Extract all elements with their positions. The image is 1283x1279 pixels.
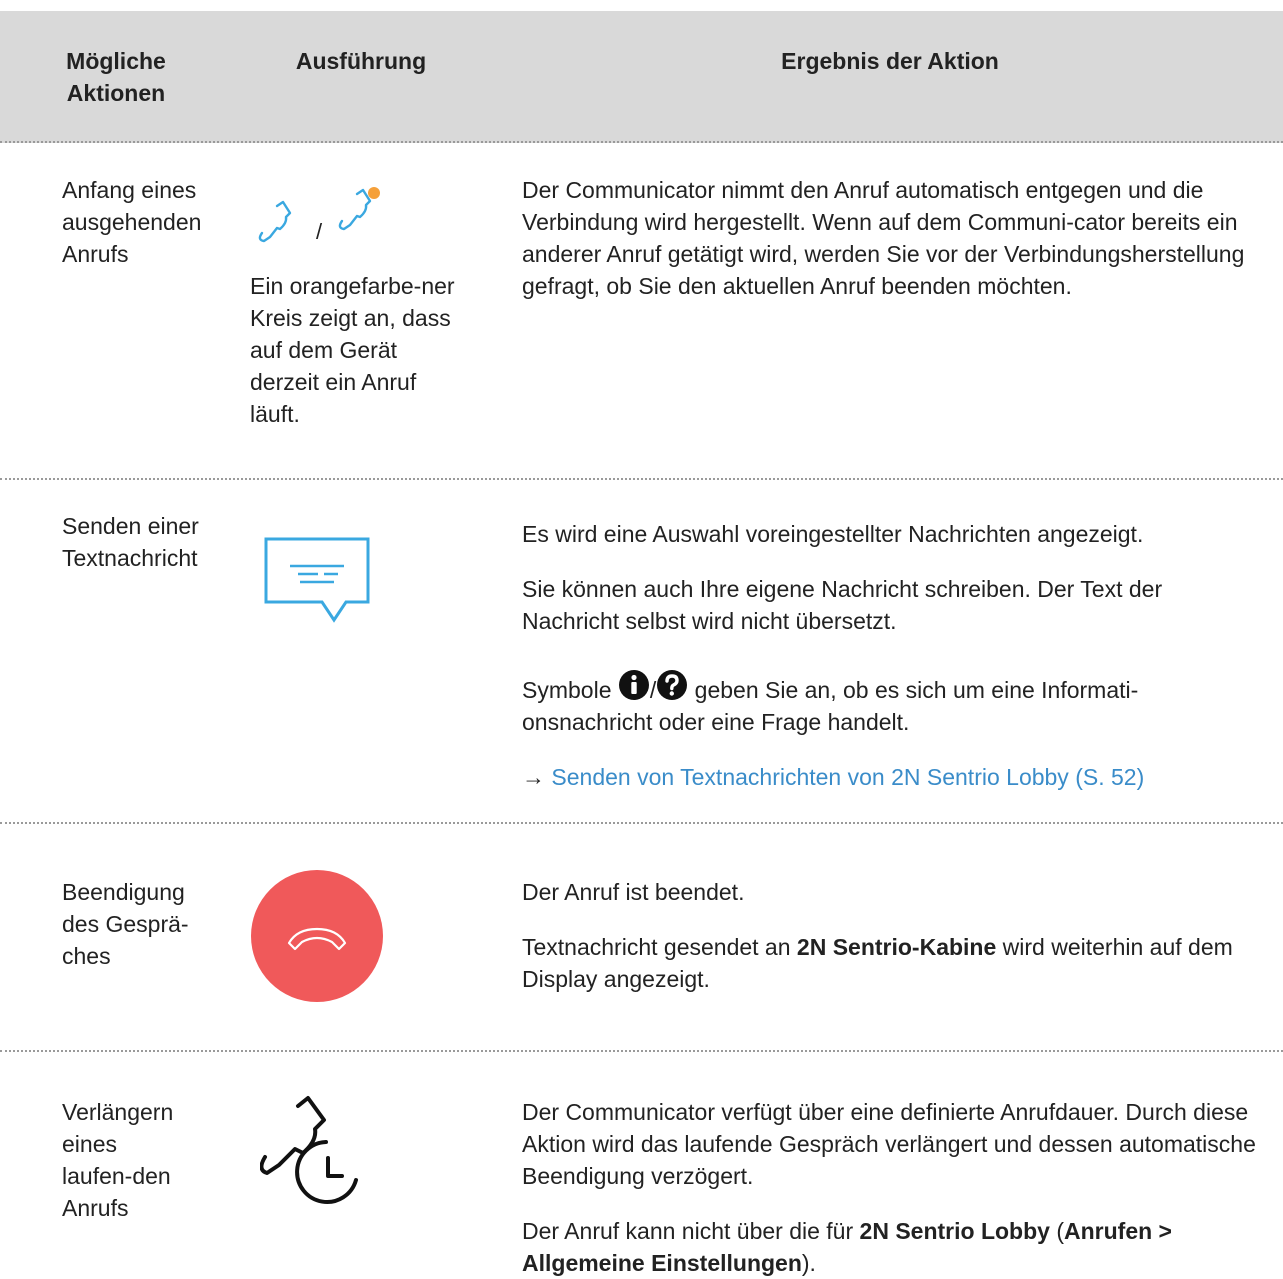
info-icon	[618, 670, 649, 700]
hang-up-icon	[251, 870, 383, 1002]
row-divider	[0, 478, 1283, 480]
row-divider	[0, 1050, 1283, 1052]
extend-call-icon	[260, 1096, 358, 1204]
icon-separator: /	[316, 219, 323, 244]
row4-result-p2: Der Anruf kann nicht über die für 2N Sen…	[522, 1215, 1262, 1279]
text-message-icon	[264, 537, 370, 623]
row2-result-p2: Sie können auch Ihre eigene Nachricht sc…	[522, 576, 1163, 634]
row2-action: Senden einer Textnachricht	[62, 513, 199, 571]
row3-result: Der Anruf ist beendet. Textnachricht ges…	[522, 876, 1262, 995]
row3-text-bold: 2N Sentrio-Kabine	[796, 934, 997, 960]
link-text-messages[interactable]: Senden von Textnachrichten von 2N Sentri…	[551, 764, 1144, 790]
row4-text-prefix: Der Anruf kann nicht über die für	[522, 1218, 860, 1244]
document-page: Mögliche Aktionen Ausführung Ergebnis de…	[0, 0, 1283, 1276]
active-call-dot	[368, 187, 380, 199]
row4-result: Der Communicator verfügt über eine defin…	[522, 1096, 1262, 1279]
header-result: Ergebnis der Aktion	[781, 48, 999, 74]
row1-execution-note: Ein orangefarbe-ner Kreis zeigt an, dass…	[250, 273, 455, 427]
row1-action: Anfang eines ausgehenden Anrufs	[62, 177, 202, 267]
row3-action: Beendigung des Gesprä-ches	[62, 879, 189, 969]
phone-handset-active-icon	[338, 188, 372, 231]
row-divider	[0, 822, 1283, 824]
table-header: Mögliche Aktionen Ausführung Ergebnis de…	[0, 11, 1283, 143]
row2-result: Es wird eine Auswahl voreingestellter Na…	[522, 518, 1262, 793]
question-icon	[657, 670, 688, 700]
phone-handset-icon	[258, 200, 292, 243]
row1-result: Der Communicator nimmt den Anruf automat…	[522, 177, 1245, 299]
row4-text-suffix: ).	[801, 1250, 816, 1276]
row1-icon-group: /	[258, 187, 380, 244]
row3-text-prefix: Textnachricht gesendet an	[522, 934, 797, 960]
row3-result-p1: Der Anruf ist beendet.	[522, 879, 745, 905]
symbols-prefix: Symbole	[522, 677, 618, 703]
row4-text-bold1: 2N Sentrio Lobby	[859, 1218, 1050, 1244]
row2-result-p3: Symbole / geben Sie an, ob es sich um ei…	[522, 669, 1262, 738]
row4-text-mid: (	[1049, 1218, 1064, 1244]
header-actions: Mögliche Aktionen	[66, 48, 166, 106]
row2-link-line: → Senden von Textnachrichten von 2N Sent…	[522, 761, 1262, 793]
header-execution: Ausführung	[295, 48, 427, 74]
row3-result-p2: Textnachricht gesendet an 2N Sentrio-Kab…	[522, 931, 1262, 995]
row4-action: Verlängern eines laufen-den Anrufs	[62, 1099, 174, 1221]
row4-result-p1: Der Communicator verfügt über eine defin…	[522, 1099, 1256, 1189]
link-arrow: →	[522, 764, 552, 790]
row2-result-p1: Es wird eine Auswahl voreingestellter Na…	[522, 521, 1144, 547]
